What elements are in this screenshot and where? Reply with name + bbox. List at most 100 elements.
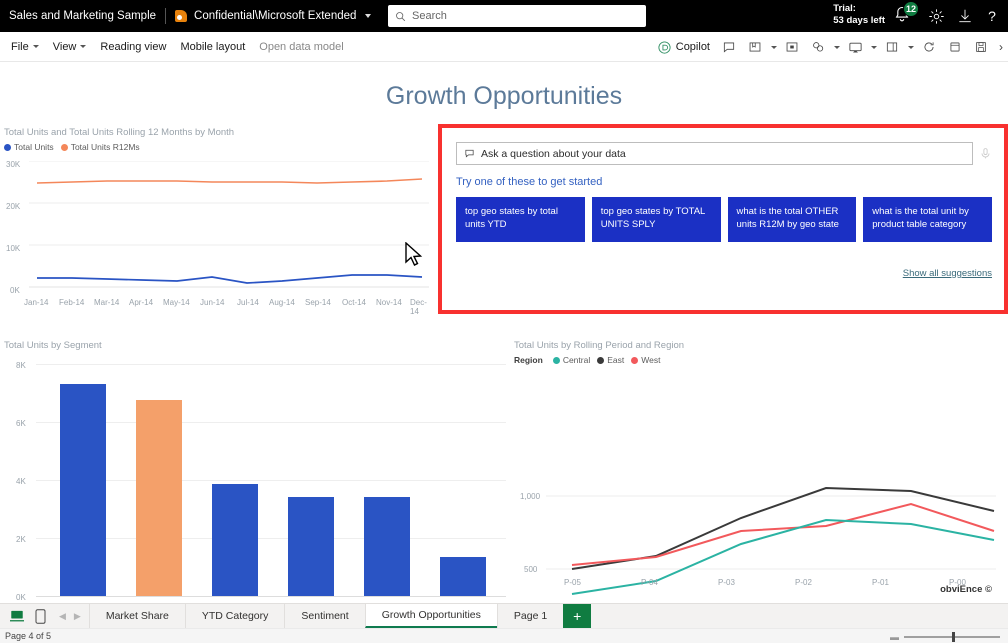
legend-item-west[interactable]: West xyxy=(631,355,660,365)
show-all-suggestions-link[interactable]: Show all suggestions xyxy=(903,268,992,279)
qa-suggestion-button[interactable]: top geo states by total units YTD xyxy=(456,197,585,242)
sensitivity-label-button[interactable]: Confidential\Microsoft Extended xyxy=(175,9,371,23)
tab-ytd-category[interactable]: YTD Category xyxy=(185,604,285,628)
legend-swatch-icon xyxy=(4,144,11,151)
notifications-button[interactable]: 12 xyxy=(892,5,916,29)
visual-total-units-by-segment[interactable]: Total Units by Segment 8K 6K 4K 2K 0K P xyxy=(4,340,509,590)
tab-growth-opportunities[interactable]: Growth Opportunities xyxy=(365,604,497,628)
chevron-down-icon xyxy=(834,46,840,49)
x-tick: P-01 xyxy=(872,578,889,587)
chevron-right-icon[interactable]: ▶ xyxy=(74,611,81,622)
qa-suggestion-button[interactable]: top geo states by TOTAL UNITS SPLY xyxy=(592,197,721,242)
legend-item-total-units-r12ms[interactable]: Total Units R12Ms xyxy=(61,142,140,152)
chevron-down-icon xyxy=(80,45,86,48)
legend-item-total-units[interactable]: Total Units xyxy=(4,142,54,152)
legend-label: East xyxy=(607,355,624,365)
chevron-left-icon[interactable]: ◀ xyxy=(59,611,66,622)
line-chart-plot xyxy=(546,368,996,600)
bookmarks-button[interactable] xyxy=(742,34,768,60)
chevron-down-icon xyxy=(771,46,777,49)
subscribe-dropdown[interactable] xyxy=(905,46,916,49)
tab-sentiment[interactable]: Sentiment xyxy=(284,604,364,628)
bar-all-season[interactable] xyxy=(288,497,334,596)
qa-question-input[interactable]: Ask a question about your data xyxy=(456,142,973,165)
focus-mode-button[interactable] xyxy=(779,34,805,60)
x-tick: P-05 xyxy=(564,578,581,587)
x-tick: Aug-14 xyxy=(269,298,295,307)
legend-label: Central xyxy=(563,355,590,365)
save-icon xyxy=(974,40,988,54)
series-line-total-units-r12ms xyxy=(37,179,422,183)
page-tabs: Market Share YTD Category Sentiment Grow… xyxy=(89,604,591,628)
y-tick: 30K xyxy=(6,160,20,169)
bookmarks-dropdown[interactable] xyxy=(768,46,779,49)
menu-view[interactable]: View xyxy=(46,36,94,58)
bar-regular[interactable] xyxy=(440,557,486,596)
help-button[interactable]: ? xyxy=(982,6,1002,26)
qa-input-placeholder: Ask a question about your data xyxy=(481,148,626,160)
question-bubble-icon xyxy=(464,148,475,159)
search-input[interactable]: Search xyxy=(388,5,646,27)
visual-total-units-by-month[interactable]: Total Units and Total Units Rolling 12 M… xyxy=(4,127,434,307)
series-line-west xyxy=(572,504,994,565)
watermark: obviEnce © xyxy=(940,584,992,595)
settings-button[interactable] xyxy=(926,6,946,26)
duplicate-page-button[interactable] xyxy=(942,34,968,60)
qa-suggestion-list: top geo states by total units YTD top ge… xyxy=(456,197,992,242)
qa-subtitle: Try one of these to get started xyxy=(456,176,992,188)
copilot-button[interactable]: Copilot xyxy=(651,40,716,55)
legend-item-central[interactable]: Central xyxy=(553,355,590,365)
visual-total-units-by-rolling-period-region[interactable]: Total Units by Rolling Period and Region… xyxy=(514,340,1004,595)
zoom-control[interactable]: ▬ xyxy=(890,632,1000,642)
y-tick: 1,000 xyxy=(520,492,540,501)
chat-dropdown[interactable] xyxy=(868,46,879,49)
refresh-button[interactable] xyxy=(916,34,942,60)
bar-youth[interactable] xyxy=(364,497,410,596)
legend-item-east[interactable]: East xyxy=(597,355,624,365)
qa-visual-panel[interactable]: Ask a question about your data Try one o… xyxy=(438,124,1008,314)
save-button[interactable] xyxy=(968,34,994,60)
visual-title: Total Units and Total Units Rolling 12 M… xyxy=(4,127,434,138)
mobile-view-button[interactable] xyxy=(30,606,50,626)
qa-suggestion-button[interactable]: what is the total OTHER units R12M by ge… xyxy=(728,197,857,242)
bar-productivity[interactable] xyxy=(60,384,106,596)
view-mode-group xyxy=(0,604,57,628)
trial-status[interactable]: Trial: 53 days left xyxy=(833,3,885,27)
zoom-slider-thumb[interactable] xyxy=(952,632,955,642)
comment-icon xyxy=(722,40,736,54)
app-title: Sales and Marketing Sample xyxy=(9,10,156,22)
question-mark-icon: ? xyxy=(988,8,996,24)
add-page-button[interactable]: + xyxy=(563,604,591,628)
page-tab-bar: ◀ ▶ Market Share YTD Category Sentiment … xyxy=(0,603,1008,628)
x-tick: Apr-14 xyxy=(129,298,153,307)
desktop-view-button[interactable] xyxy=(7,606,27,626)
download-icon xyxy=(957,8,973,24)
share-button[interactable] xyxy=(805,34,831,60)
menu-ribbon: File View Reading view Mobile layout Ope… xyxy=(0,32,1008,62)
menu-open-data-model[interactable]: Open data model xyxy=(252,36,350,58)
qa-suggestion-button[interactable]: what is the total unit by product table … xyxy=(863,197,992,242)
zoom-out-icon[interactable]: ▬ xyxy=(890,632,899,642)
comment-button[interactable] xyxy=(716,34,742,60)
y-tick: 2K xyxy=(16,535,26,544)
zoom-slider[interactable] xyxy=(904,636,1000,638)
tab-market-share[interactable]: Market Share xyxy=(89,604,185,628)
menu-mobile-layout[interactable]: Mobile layout xyxy=(173,36,252,58)
menu-file[interactable]: File xyxy=(4,36,46,58)
duplicate-page-icon xyxy=(948,40,962,54)
chat-in-teams-button[interactable] xyxy=(842,34,868,60)
share-dropdown[interactable] xyxy=(831,46,842,49)
bar-select[interactable] xyxy=(212,484,258,596)
more-options-button[interactable]: › xyxy=(994,34,1008,60)
menu-reading-view[interactable]: Reading view xyxy=(93,36,173,58)
report-canvas: Growth Opportunities Total Units and Tot… xyxy=(0,62,1008,603)
y-tick: 8K xyxy=(16,361,26,370)
trial-line-2: 53 days left xyxy=(833,15,885,27)
bar-extreme[interactable] xyxy=(136,400,182,596)
y-tick: 0K xyxy=(16,593,26,602)
subscribe-button[interactable] xyxy=(879,34,905,60)
x-tick: Feb-14 xyxy=(59,298,84,307)
microphone-icon[interactable] xyxy=(979,146,992,161)
tab-page-1[interactable]: Page 1 xyxy=(497,604,563,628)
download-button[interactable] xyxy=(955,6,975,26)
